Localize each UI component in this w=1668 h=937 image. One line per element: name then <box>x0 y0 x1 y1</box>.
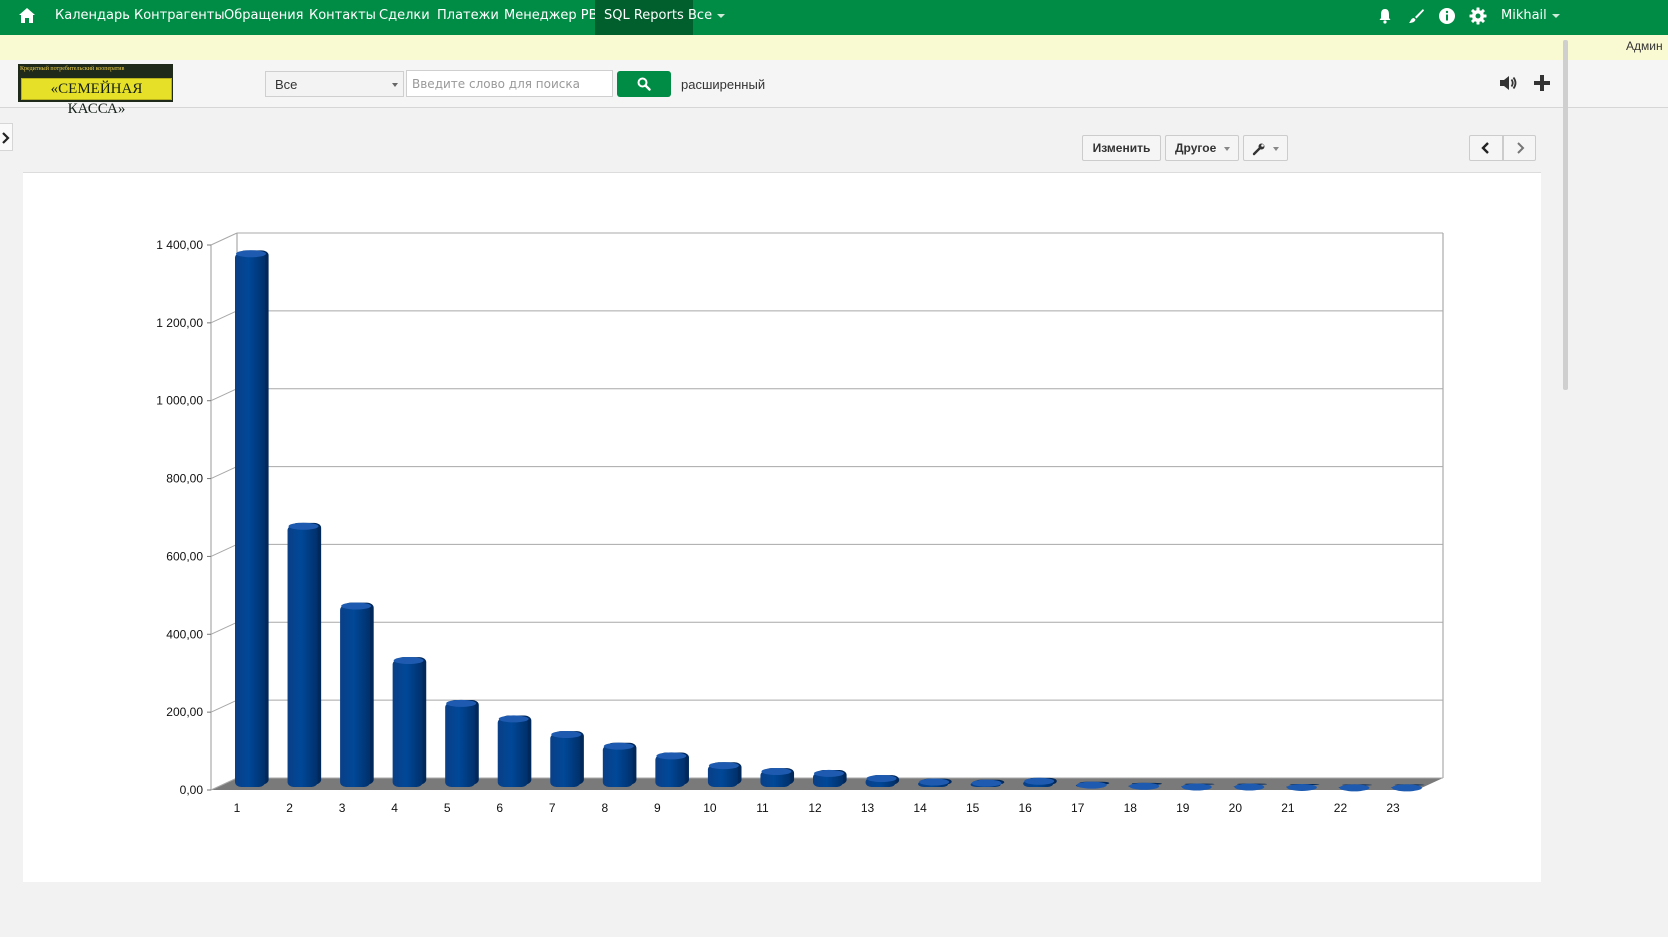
x-tick-label: 22 <box>1334 801 1348 815</box>
bar-top <box>866 774 897 782</box>
bar-top <box>1024 777 1055 785</box>
bar-top <box>708 762 739 770</box>
x-tick-label: 14 <box>913 801 927 815</box>
x-tick-label: 17 <box>1071 801 1085 815</box>
bar <box>550 731 584 787</box>
x-tick-label: 20 <box>1229 801 1243 815</box>
bar <box>235 250 269 787</box>
gridline-diagonal <box>210 388 238 402</box>
bar-top <box>1234 783 1265 791</box>
x-tick-label: 16 <box>1019 801 1033 815</box>
bar-top <box>236 250 266 258</box>
x-tick-label: 6 <box>496 801 503 815</box>
bar-face <box>392 659 423 787</box>
x-tick-label: 18 <box>1124 801 1138 815</box>
bar-top <box>814 769 844 777</box>
x-tick-label: 9 <box>654 801 661 815</box>
x-tick-label: 5 <box>444 801 451 815</box>
x-tick-label: 12 <box>808 801 822 815</box>
bar-face <box>235 252 265 787</box>
y-tick-label: 1 200,00 <box>156 316 203 330</box>
bar-top <box>1339 784 1370 792</box>
x-tick-label: 21 <box>1281 801 1295 815</box>
bar <box>1023 777 1057 787</box>
bar <box>392 657 427 787</box>
x-tick-label: 10 <box>703 801 717 815</box>
gridline-diagonal <box>210 310 238 324</box>
bar <box>445 699 479 787</box>
bar-face <box>445 702 476 787</box>
x-tick-label: 15 <box>966 801 980 815</box>
bar <box>707 762 742 787</box>
gridline-diagonal <box>210 466 238 480</box>
bar <box>813 769 847 787</box>
bar <box>655 752 689 787</box>
x-tick-label: 23 <box>1386 801 1400 815</box>
bar-face <box>550 733 581 787</box>
x-tick-label: 8 <box>601 801 608 815</box>
x-tick-label: 13 <box>861 801 875 815</box>
bar-face <box>340 605 371 787</box>
bar-top <box>551 731 582 738</box>
bar-top <box>393 657 424 665</box>
x-tick-label: 3 <box>339 801 346 815</box>
bar-face <box>602 745 633 787</box>
bar <box>340 602 374 787</box>
bar-top <box>1076 781 1107 789</box>
y-tick-label: 600,00 <box>166 549 203 563</box>
x-tick-label: 2 <box>286 801 293 815</box>
bar-top <box>446 699 477 707</box>
x-tick-label: 1 <box>234 801 241 815</box>
x-tick-label: 11 <box>756 801 769 815</box>
y-tick-label: 1 000,00 <box>156 394 203 408</box>
bar-face <box>287 525 318 787</box>
bar <box>970 779 1005 787</box>
gridline-diagonal <box>210 232 238 246</box>
gridline-diagonal <box>210 621 238 635</box>
bar-top <box>341 602 372 610</box>
page-scrollbar[interactable] <box>1563 40 1568 390</box>
gridline-diagonal <box>210 543 238 557</box>
x-tick-label: 7 <box>549 801 556 815</box>
y-tick-label: 800,00 <box>166 472 203 486</box>
y-tick-label: 0,00 <box>180 783 204 797</box>
bar <box>865 774 900 787</box>
bar-top <box>1129 782 1160 790</box>
bar-chart: 0,00 200,00 400,00 600,00 800,00 1 000,00 1 20… <box>156 232 1444 815</box>
y-tick-label: 400,00 <box>166 627 203 641</box>
gridline-diagonal <box>210 699 238 713</box>
bar <box>602 742 637 787</box>
bar-top <box>919 778 950 786</box>
bar-top <box>498 715 529 723</box>
bar-top <box>656 752 687 760</box>
y-tick-label: 1 400,00 <box>156 238 203 252</box>
bar <box>287 522 322 787</box>
bar-top <box>1181 783 1212 791</box>
bar-face <box>655 754 686 787</box>
bar-face <box>497 717 528 787</box>
bar-top <box>288 522 319 530</box>
bar-top <box>1286 783 1317 791</box>
bar <box>760 767 795 787</box>
x-tick-label: 4 <box>391 801 398 815</box>
y-tick-label: 200,00 <box>166 705 203 719</box>
bar-top <box>1392 784 1422 792</box>
bar <box>497 715 532 787</box>
bar-top <box>761 767 792 775</box>
bar <box>918 778 952 787</box>
bar-top <box>603 742 634 750</box>
x-tick-label: 19 <box>1176 801 1190 815</box>
bar-top <box>971 779 1002 787</box>
